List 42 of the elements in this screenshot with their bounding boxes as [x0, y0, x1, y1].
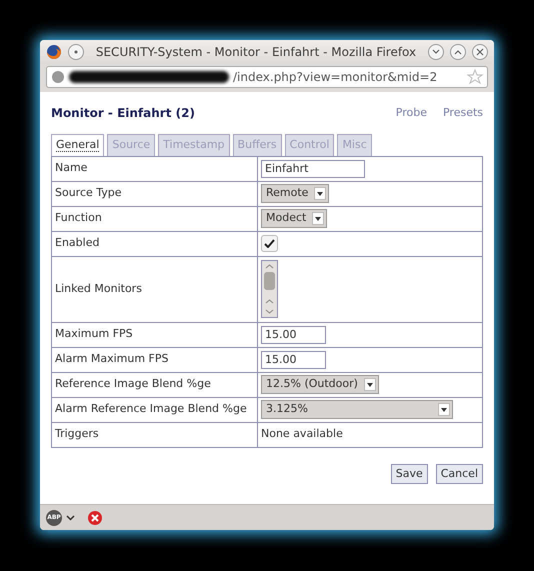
input-field[interactable]: 15.00 [261, 326, 326, 344]
menu-button[interactable] [68, 44, 84, 60]
field-label: Alarm Reference Image Blend %ge [52, 397, 258, 422]
chevron-up-icon [454, 49, 462, 55]
error-icon[interactable] [87, 510, 103, 526]
form-button[interactable]: Cancel [436, 464, 483, 484]
window-title: SECURITY-System - Monitor - Einfahrt - Mozilla Firefox [94, 44, 418, 61]
maximize-button[interactable] [450, 44, 466, 60]
page-link[interactable]: Probe [396, 104, 427, 122]
page-link[interactable]: Presets [442, 104, 483, 122]
field-label: Reference Image Blend %ge [52, 372, 258, 397]
chevron-down-icon [432, 49, 440, 55]
caret-icon[interactable] [66, 514, 75, 520]
dropdown[interactable]: Remote [261, 184, 330, 203]
dropdown[interactable]: 3.125% [261, 400, 453, 419]
checkmark-icon [264, 239, 275, 248]
dropdown[interactable]: 12.5% (Outdoor) [261, 375, 379, 394]
field-value: None available [261, 427, 343, 440]
field-label: Triggers [52, 422, 258, 447]
globe-icon [51, 70, 65, 84]
close-icon [476, 48, 484, 56]
input-field[interactable]: 15.00 [261, 350, 326, 368]
checkbox[interactable] [261, 235, 278, 252]
url-text: /index.php?view=monitor&mid=2 [233, 69, 438, 86]
field-label: Alarm Maximum FPS [52, 347, 258, 372]
browser-logo-icon [46, 44, 62, 60]
form-button[interactable]: Save [390, 464, 428, 484]
field-label: Maximum FPS [52, 322, 258, 347]
field-label: Linked Monitors [52, 256, 258, 322]
star-icon[interactable] [467, 69, 483, 85]
address-bar[interactable]: /index.php?view=monitor&mid=2 [46, 66, 488, 88]
input-field[interactable]: Einfahrt [261, 160, 365, 178]
page-heading: Monitor - Einfahrt (2) [51, 105, 195, 122]
dropdown[interactable]: Modect [261, 209, 328, 228]
field-label: Source Type [52, 181, 258, 206]
field-label: Name [52, 156, 258, 181]
field-label: Function [52, 206, 258, 231]
tab[interactable]: General [51, 134, 104, 156]
close-button[interactable] [472, 44, 488, 60]
dot-icon [74, 50, 78, 54]
minimize-button[interactable] [428, 44, 444, 60]
field-label: Enabled [52, 231, 258, 256]
